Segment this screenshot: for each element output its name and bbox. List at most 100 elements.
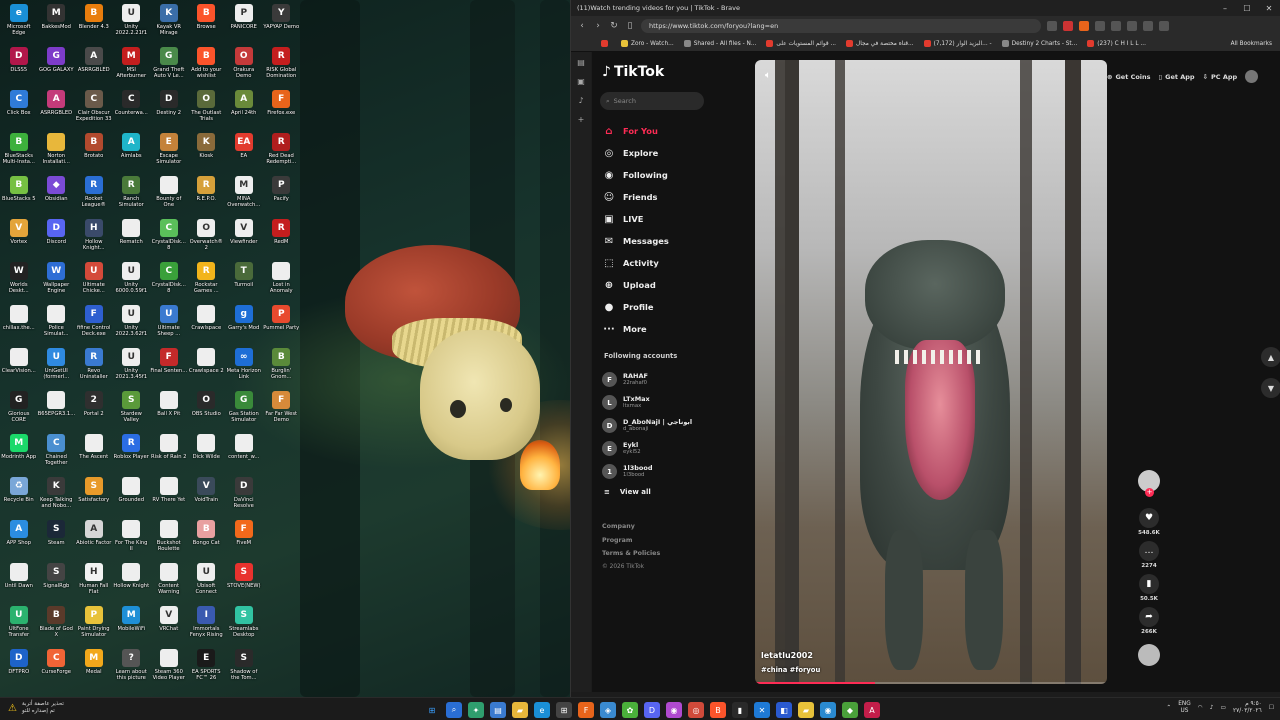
desktop-shortcut[interactable]: D DLSS5 [0, 43, 38, 86]
desktop-shortcut[interactable]: S SignalRgb [38, 559, 76, 602]
desktop-shortcut[interactable]: S Stardew Valley [113, 387, 151, 430]
following-account[interactable]: D D_AboNajI | ابوناجي d_abonaji [602, 414, 752, 437]
desktop-shortcut[interactable]: P PANICORE [225, 0, 263, 43]
desktop-shortcut[interactable]: ? Learn about this picture [113, 645, 151, 688]
desktop-shortcut[interactable]: Y YAPYAP Demo [263, 0, 301, 43]
speaker-icon[interactable]: ♪ [1210, 705, 1214, 712]
app-icon[interactable]: ◉ [666, 702, 682, 718]
desktop-shortcut[interactable]: ◆ Obsidian [38, 172, 76, 215]
desktop-shortcut[interactable]: K Kayak VR Mirage [150, 0, 188, 43]
back-icon[interactable]: ‹ [577, 21, 587, 31]
desktop-shortcut[interactable]: A Abiotic Factor [75, 516, 113, 559]
nav-item-friends[interactable]: ☺ Friends [602, 186, 752, 208]
desktop-shortcut[interactable]: S Streamlabs Desktop [225, 602, 263, 645]
desktop-shortcut[interactable]: Bounty of One [150, 172, 188, 215]
desktop-shortcut[interactable]: R Rockstar Games ... [188, 258, 226, 301]
desktop-shortcut[interactable]: C CrystalDisk... 8 [150, 258, 188, 301]
battery-icon[interactable]: ▭ [1220, 705, 1225, 712]
follow-plus-icon[interactable]: + [1145, 488, 1154, 497]
desktop-shortcut[interactable]: R RedM [263, 215, 301, 258]
desktop-shortcut[interactable]: D DaVinci Resolve [225, 473, 263, 516]
desktop-shortcut[interactable]: Grounded [113, 473, 151, 516]
desktop-shortcut[interactable]: Steam 360 Video Player [150, 645, 188, 688]
footer-program[interactable]: Program [602, 534, 660, 548]
desktop-shortcut[interactable]: R Red Dead Redempti... [263, 129, 301, 172]
desktop-shortcut[interactable]: Crawlspace [188, 301, 226, 344]
desktop-shortcut[interactable]: R Ranch Simulator [113, 172, 151, 215]
desktop-shortcut[interactable]: O Orakura Demo [225, 43, 263, 86]
video-progress-bar[interactable] [755, 682, 875, 684]
desktop-shortcut[interactable]: M Modrinth App [0, 430, 38, 473]
desktop-shortcut[interactable]: Lost in Anomaly [263, 258, 301, 301]
desktop-shortcut[interactable]: P Pummel Party [263, 301, 301, 344]
address-bar[interactable]: https://www.tiktok.com/foryou?lang=en [641, 19, 1041, 33]
desktop-shortcut[interactable]: chillax.the... [0, 301, 38, 344]
following-account[interactable]: F RAHAF 22rahaf0 [602, 368, 752, 391]
all-bookmarks-button[interactable]: All Bookmarks [1231, 41, 1272, 47]
desktop-shortcut[interactable]: S STOVE(NEW) [225, 559, 263, 602]
desktop-shortcut[interactable]: M MSI Afterburner [113, 43, 151, 86]
desktop-shortcut[interactable]: The Ascent [75, 430, 113, 473]
desktop-shortcut[interactable]: H Human Fall Flat [75, 559, 113, 602]
desktop-shortcut[interactable]: Norton Installati... [38, 129, 76, 172]
desktop-shortcut[interactable]: U Unity 2021.3.45f1 [113, 344, 151, 387]
desktop-shortcut[interactable]: G Gas Station Simulator [225, 387, 263, 430]
desktop-shortcut[interactable]: g Garry's Mod [225, 301, 263, 344]
search-input[interactable]: ⌕ Search [600, 92, 704, 110]
get-coins-button[interactable]: ⊛ Get Coins [1107, 73, 1151, 81]
desktop-shortcut[interactable]: Ffifine Control Deck.exe [75, 301, 113, 344]
tiktok-tab-icon[interactable]: ♪ [578, 96, 583, 105]
desktop-shortcut[interactable]: EA EA [225, 129, 263, 172]
start-icon[interactable]: ⊞ [424, 702, 440, 718]
language-indicator[interactable]: ENG US [1178, 701, 1191, 715]
creator-avatar[interactable]: + [1138, 470, 1160, 497]
desktop-shortcut[interactable]: B Burglin' Gnom... [263, 344, 301, 387]
user-avatar[interactable] [1245, 70, 1259, 83]
desktop-shortcut[interactable]: Dick Wilde [188, 430, 226, 473]
desktop-shortcut[interactable]: ♻ Recycle Bin [0, 473, 38, 516]
desktop-shortcut[interactable]: C Chained Together [38, 430, 76, 473]
desktop-shortcut[interactable]: R Roblox Player [113, 430, 151, 473]
extension-icon[interactable] [1143, 21, 1153, 31]
desktop-shortcut[interactable]: Rematch [113, 215, 151, 258]
menu-icon[interactable] [1159, 21, 1169, 31]
desktop-shortcut[interactable]: E Escape Simulator [150, 129, 188, 172]
desktop-shortcut[interactable]: G Grand Theft Auto V Le... [150, 43, 188, 86]
desktop-shortcut[interactable]: W Wallpaper Engine [38, 258, 76, 301]
tab-icon[interactable]: ▣ [577, 77, 585, 86]
wifi-icon[interactable]: ◠ [1198, 705, 1203, 712]
bookmark-item[interactable]: قناة مختصة في مجال... [846, 40, 914, 47]
desktop-shortcut[interactable]: A Aimlabs [113, 129, 151, 172]
desktop-shortcut[interactable]: O OBS Studio [188, 387, 226, 430]
app-icon[interactable]: ◈ [600, 702, 616, 718]
view-all-link[interactable]: ≡ View all [604, 488, 651, 496]
extension-icon[interactable] [1127, 21, 1137, 31]
desktop-shortcut[interactable]: Content Warning [150, 559, 188, 602]
desktop-shortcut[interactable]: H Hollow Knight... [75, 215, 113, 258]
bookmark-item[interactable]: Zoro - Watch... [621, 40, 674, 47]
desktop-shortcut[interactable]: V VRChat [150, 602, 188, 645]
desktop-shortcut[interactable]: B Brotato [75, 129, 113, 172]
desktop-shortcut[interactable]: K Keep Talking and Nobo... [38, 473, 76, 516]
desktop-shortcut[interactable]: A April 24th [225, 86, 263, 129]
desktop-shortcut[interactable]: B65EPGR3.1... [38, 387, 76, 430]
nav-item-more[interactable]: ··· More [602, 318, 752, 340]
desktop-shortcut[interactable]: ClearVision... [0, 344, 38, 387]
desktop-shortcut[interactable]: D DFTPRO [0, 645, 38, 688]
widgets-icon[interactable]: ▤ [490, 702, 506, 718]
app-icon[interactable]: ▰ [798, 702, 814, 718]
following-account[interactable]: 1 1l3bood 1l3bood [602, 460, 752, 483]
desktop-shortcut[interactable]: D Discord [38, 215, 76, 258]
share-button[interactable]: ➦ 266K [1139, 607, 1159, 635]
desktop-shortcut[interactable]: U Unity 2022.3.62f1 [113, 301, 151, 344]
nav-item-for-you[interactable]: ⌂ For You [602, 120, 752, 142]
chevron-up-icon[interactable]: ⌃ [1166, 705, 1171, 712]
bookmark-item[interactable]: Shared - All files - N... [683, 40, 756, 47]
following-account[interactable]: E Eykl eykl52 [602, 437, 752, 460]
desktop-shortcut[interactable]: M BakkesMod [38, 0, 76, 43]
desktop-shortcut[interactable]: G GOG GALAXY [38, 43, 76, 86]
desktop-shortcut[interactable]: O Overwatch® 2 [188, 215, 226, 258]
desktop-shortcut[interactable]: U Unity 2022.2.21f1 [113, 0, 151, 43]
desktop-shortcut[interactable]: C Clair Obscur Expedition 33 [75, 86, 113, 129]
extension-icon[interactable] [1095, 21, 1105, 31]
